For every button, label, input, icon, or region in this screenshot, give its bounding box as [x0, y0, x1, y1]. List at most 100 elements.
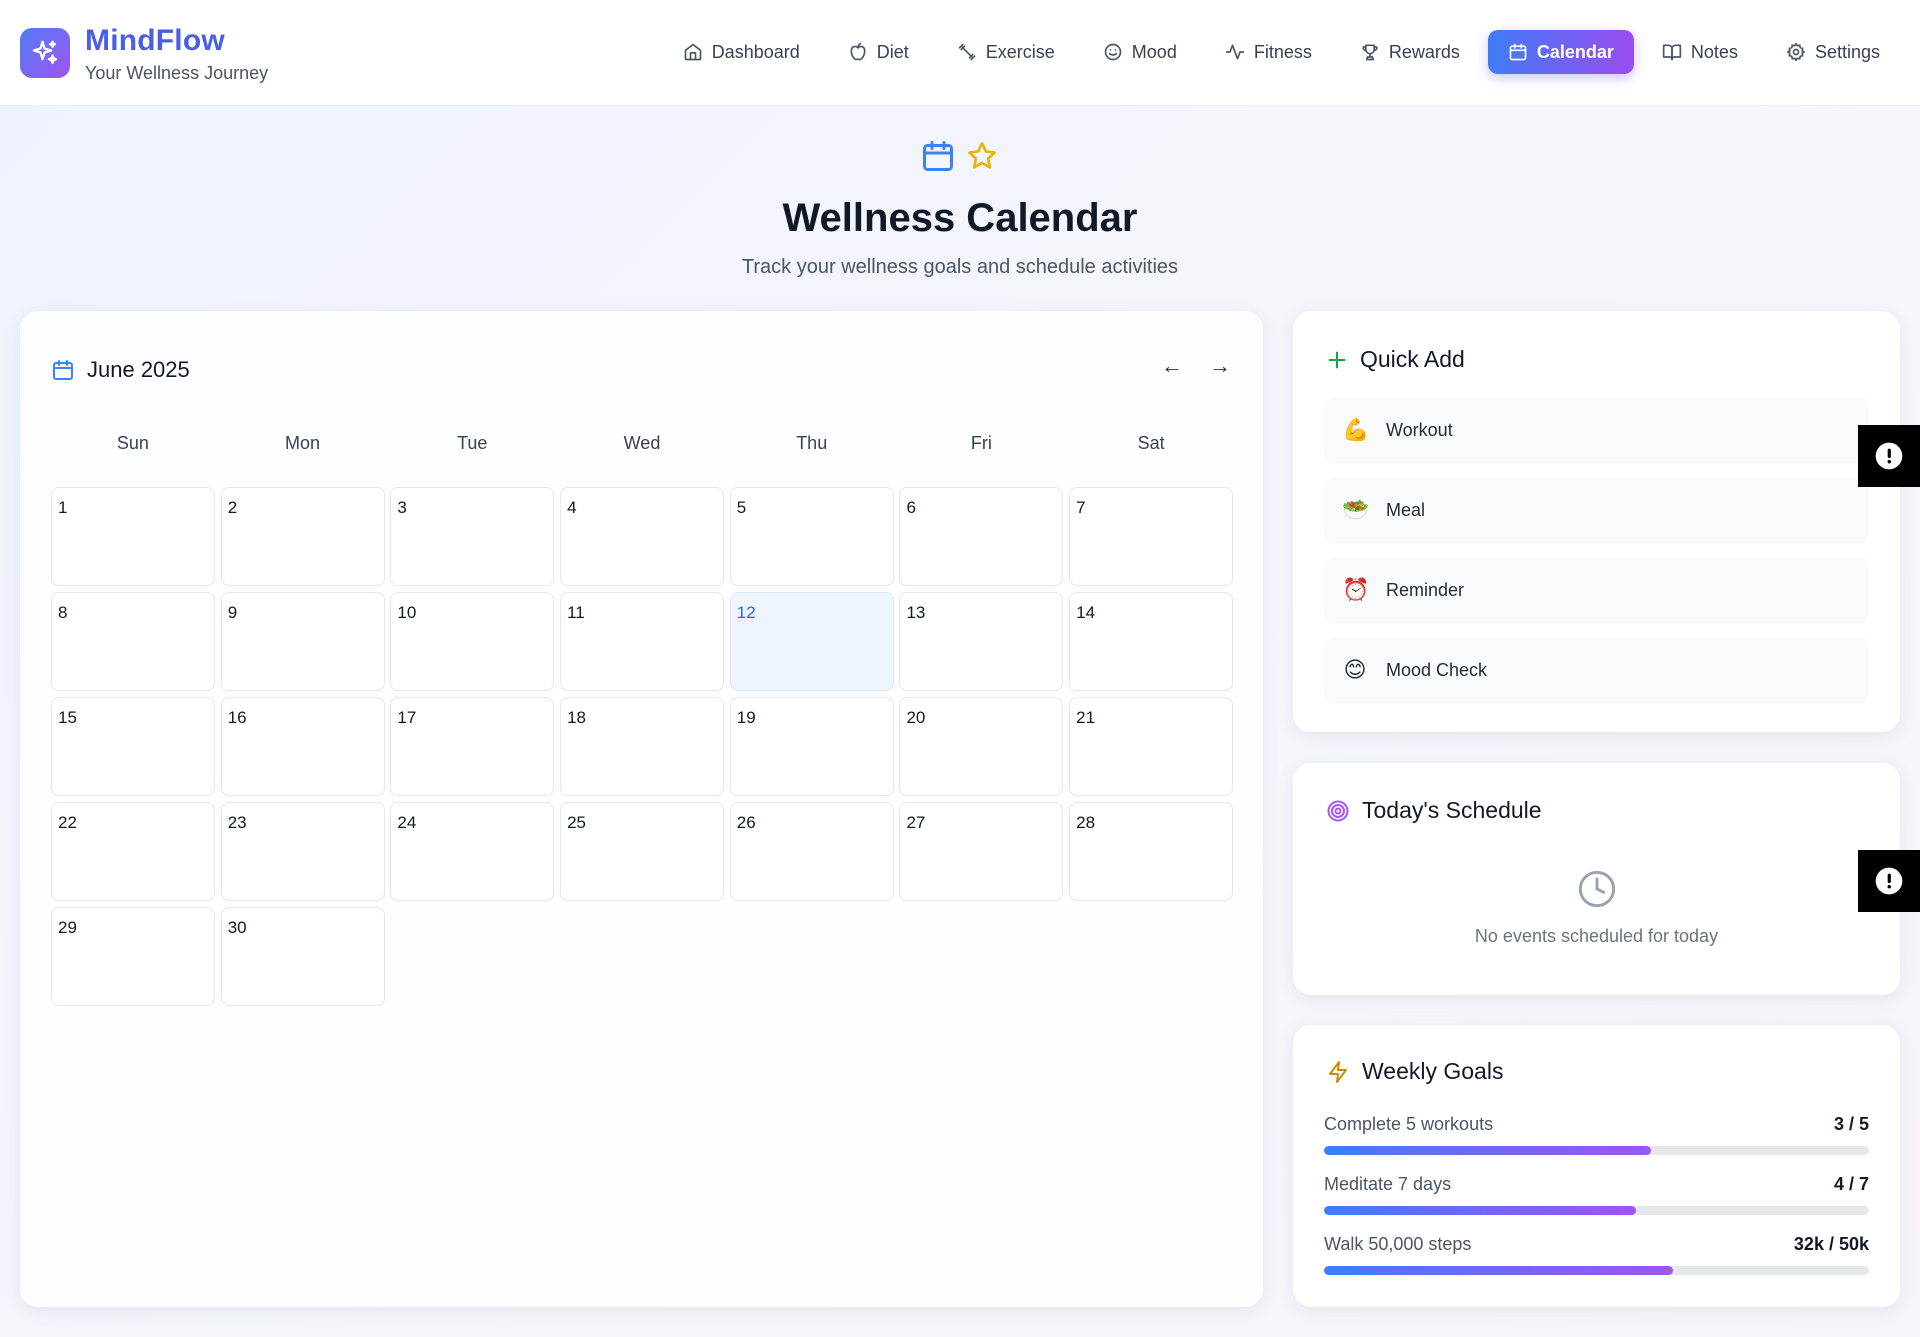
calendar-day[interactable]: 14 — [1069, 592, 1234, 691]
goal-item: Walk 50,000 steps 32k / 50k — [1324, 1234, 1869, 1275]
calendar-day[interactable]: 1 — [51, 487, 215, 586]
calendar-day[interactable]: 15 — [51, 697, 215, 796]
calendar-day[interactable]: 3 — [390, 487, 555, 586]
goal-progress-fill — [1324, 1266, 1673, 1275]
weekly-goals-card: Weekly Goals Complete 5 workouts 3 / 5 M… — [1293, 1025, 1900, 1307]
activity-icon — [1225, 44, 1244, 60]
calendar-day[interactable]: 25 — [560, 802, 725, 901]
quick-add-title: Quick Add — [1360, 346, 1465, 372]
goal-label: Meditate 7 days — [1324, 1174, 1452, 1194]
weekday-label: Thu — [796, 433, 828, 453]
calendar-day[interactable]: 8 — [51, 592, 215, 691]
calendar-day[interactable]: 19 — [729, 697, 894, 796]
calendar-card: June 2025 ← → Sun Mon Tue Wed Thu Fri Sa… — [20, 311, 1263, 1307]
brand-tagline: Your Wellness Journey — [85, 63, 269, 83]
feedback-tab[interactable] — [1858, 850, 1920, 912]
quick-add-card: Quick Add 💪 Workout 🥗 Meal ⏰ Reminder 😊 … — [1293, 311, 1900, 732]
weekday-label: Mon — [285, 433, 321, 453]
calendar-month-label: June 2025 — [87, 357, 190, 382]
nav-label: Dashboard — [711, 41, 800, 62]
flexed-arm-icon: 💪 — [1342, 417, 1370, 443]
nav-notes[interactable]: Notes — [1642, 30, 1758, 74]
next-month-button[interactable]: → — [1207, 353, 1233, 379]
nav-exercise[interactable]: Exercise — [937, 30, 1075, 74]
nav-settings[interactable]: Settings — [1766, 30, 1900, 74]
goal-item: Meditate 7 days 4 / 7 — [1324, 1174, 1869, 1215]
calendar-day-today[interactable]: 12 — [729, 592, 894, 691]
calendar-day[interactable]: 29 — [51, 907, 215, 1006]
todays-schedule-card: Today's Schedule No events scheduled for… — [1293, 763, 1900, 995]
goal-progress-track — [1324, 1206, 1869, 1215]
nav-dashboard[interactable]: Dashboard — [663, 30, 820, 74]
calendar-day[interactable]: 18 — [560, 697, 725, 796]
calendar-day[interactable]: 6 — [899, 487, 1064, 586]
nav-label: Fitness — [1253, 41, 1312, 62]
nav-label: Rewards — [1388, 41, 1460, 62]
star-icon — [968, 142, 996, 169]
quick-add-mood-check[interactable]: 😊 Mood Check — [1324, 637, 1869, 703]
nav-label: Diet — [876, 41, 909, 62]
calendar-grid: 1 2 3 4 5 6 7 8 9 10 11 12 13 14 15 16 17 18 19 20 21 22 23 24 2… — [51, 487, 1234, 1006]
calendar-day[interactable]: 24 — [390, 802, 555, 901]
nav-label: Notes — [1690, 41, 1738, 62]
quick-add-workout[interactable]: 💪 Workout — [1324, 397, 1869, 463]
goals-header: Weekly Goals — [1326, 1058, 1503, 1085]
dumbbell-icon — [958, 43, 976, 61]
hero-icons — [920, 136, 1000, 176]
calendar-day[interactable]: 21 — [1069, 697, 1234, 796]
book-icon — [1662, 44, 1682, 61]
calendar-day[interactable]: 30 — [220, 907, 385, 1006]
target-icon — [1327, 800, 1349, 821]
goal-progress-track — [1324, 1146, 1869, 1155]
salad-icon: 🥗 — [1342, 497, 1370, 523]
calendar-day[interactable]: 27 — [899, 802, 1064, 901]
calendar-day[interactable]: 2 — [220, 487, 385, 586]
nav-diet[interactable]: Diet — [828, 30, 929, 74]
calendar-icon — [1509, 43, 1527, 61]
calendar-day[interactable]: 9 — [220, 592, 385, 691]
calendar-day[interactable]: 22 — [51, 802, 215, 901]
calendar-header: June 2025 — [51, 355, 190, 385]
calendar-day[interactable]: 26 — [729, 802, 894, 901]
calendar-day[interactable]: 10 — [390, 592, 555, 691]
quick-add-label: Reminder — [1386, 579, 1465, 600]
page-title: Wellness Calendar — [782, 196, 1138, 240]
feedback-tab[interactable] — [1858, 425, 1920, 487]
quick-add-reminder[interactable]: ⏰ Reminder — [1324, 557, 1869, 623]
calendar-day[interactable]: 28 — [1069, 802, 1234, 901]
weekday-label: Wed — [623, 433, 661, 453]
trophy-icon — [1362, 44, 1378, 61]
nav-label: Exercise — [985, 41, 1055, 62]
schedule-empty-state: No events scheduled for today — [1293, 869, 1900, 947]
plus-icon — [1328, 351, 1346, 368]
calendar-day[interactable]: 17 — [390, 697, 555, 796]
calendar-day[interactable]: 16 — [220, 697, 385, 796]
goal-value: 4 / 7 — [1833, 1174, 1869, 1194]
calendar-icon — [923, 141, 953, 171]
calendar-day[interactable]: 20 — [899, 697, 1064, 796]
nav-fitness[interactable]: Fitness — [1205, 30, 1332, 74]
quick-add-label: Mood Check — [1386, 659, 1488, 680]
brand-name: MindFlow — [85, 24, 225, 57]
lightning-icon — [1329, 1060, 1347, 1083]
nav-mood[interactable]: Mood — [1083, 30, 1197, 74]
calendar-day[interactable]: 5 — [729, 487, 894, 586]
quick-add-meal[interactable]: 🥗 Meal — [1324, 477, 1869, 543]
calendar-day[interactable]: 4 — [560, 487, 725, 586]
gear-icon — [1786, 42, 1805, 62]
calendar-day[interactable]: 11 — [560, 592, 725, 691]
nav-label: Settings — [1814, 41, 1880, 62]
calendar-day[interactable]: 7 — [1069, 487, 1234, 586]
main-nav: Dashboard Diet Exercise Mood Fitness Rew… — [663, 30, 1900, 74]
sparkles-logo-icon[interactable] — [20, 28, 70, 78]
apple-icon — [850, 42, 866, 61]
prev-month-button[interactable]: ← — [1159, 353, 1185, 379]
nav-rewards[interactable]: Rewards — [1340, 30, 1480, 74]
chat-bubble-icon — [1875, 442, 1903, 470]
calendar-day[interactable]: 23 — [220, 802, 385, 901]
goal-progress-track — [1324, 1266, 1869, 1275]
quick-add-label: Workout — [1386, 419, 1453, 440]
calendar-day[interactable]: 13 — [899, 592, 1064, 691]
quick-add-header: Quick Add — [1326, 346, 1465, 373]
nav-calendar[interactable]: Calendar — [1487, 30, 1634, 74]
